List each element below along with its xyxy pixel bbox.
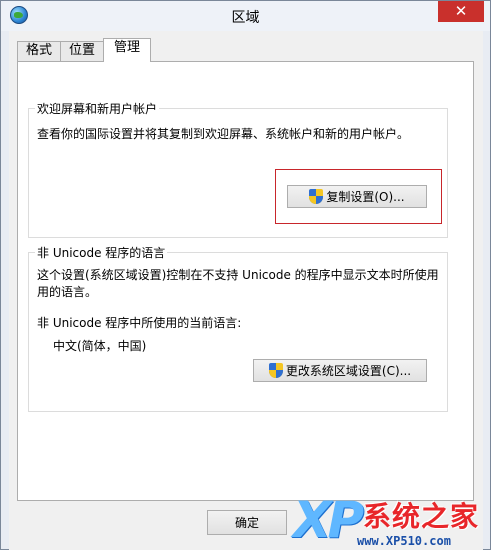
current-language-value: 中文(简体，中国): [53, 339, 147, 353]
non-unicode-description-line2: 用的语言。: [37, 285, 98, 299]
watermark-name: 系统之家: [363, 500, 480, 533]
watermark-brand: XP: [293, 491, 364, 549]
ok-button[interactable]: 确定: [207, 510, 287, 535]
tab-strip: 格式 位置 管理: [17, 38, 152, 62]
uac-shield-icon: [268, 363, 283, 378]
region-dialog: 区域 ✕ 格式 位置 管理 欢迎屏幕和新用户帐户 查看你的国际设置并将其复制到欢…: [0, 0, 491, 550]
copy-settings-button[interactable]: 复制设置(O)...: [287, 185, 427, 208]
close-button[interactable]: ✕: [438, 1, 484, 22]
welcome-group: 欢迎屏幕和新用户帐户 查看你的国际设置并将其复制到欢迎屏幕、系统帐户和新的用户帐…: [28, 100, 448, 238]
current-language-label: 非 Unicode 程序中所使用的当前语言:: [37, 316, 242, 330]
tab-administrative[interactable]: 管理: [103, 38, 152, 62]
change-system-locale-button[interactable]: 更改系统区域设置(C)...: [253, 359, 427, 382]
watermark-url: www.XP510.com: [357, 534, 451, 548]
welcome-description: 查看你的国际设置并将其复制到欢迎屏幕、系统帐户和新的用户帐户。: [37, 127, 410, 141]
tab-location[interactable]: 位置: [60, 41, 105, 61]
non-unicode-description-line1: 这个设置(系统区域设置)控制在不支持 Unicode 的程序中显示文本时所使用: [37, 268, 439, 282]
non-unicode-group-label: 非 Unicode 程序的语言: [35, 244, 168, 261]
dialog-body: 格式 位置 管理 欢迎屏幕和新用户帐户 查看你的国际设置并将其复制到欢迎屏幕、系…: [9, 31, 483, 550]
uac-shield-icon: [309, 189, 324, 204]
non-unicode-group: 非 Unicode 程序的语言 这个设置(系统区域设置)控制在不支持 Unico…: [28, 244, 448, 412]
tab-format[interactable]: 格式: [17, 41, 62, 61]
title-bar[interactable]: 区域 ✕: [1, 1, 490, 31]
watermark-logo: XP 系统之家 www.XP510.com: [291, 489, 491, 550]
tab-panel: 欢迎屏幕和新用户帐户 查看你的国际设置并将其复制到欢迎屏幕、系统帐户和新的用户帐…: [17, 61, 474, 501]
welcome-group-label: 欢迎屏幕和新用户帐户: [35, 100, 160, 117]
copy-settings-label: 复制设置(O)...: [326, 190, 405, 204]
window-title: 区域: [231, 10, 260, 26]
change-system-locale-label: 更改系统区域设置(C)...: [285, 364, 412, 378]
